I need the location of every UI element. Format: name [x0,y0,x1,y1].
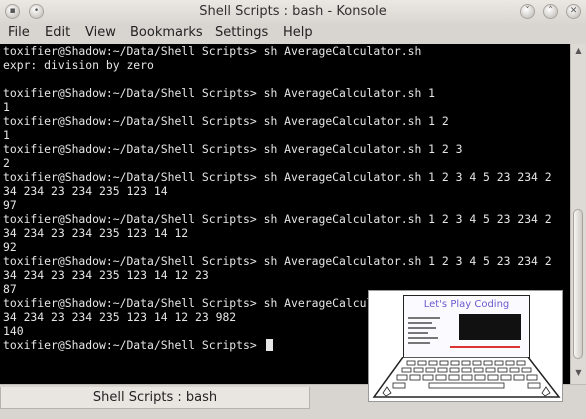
terminal-line: 34 234 23 234 235 123 14 12 23 [3,268,209,282]
chevron-down-icon: ˅ [525,6,530,16]
minimize-button[interactable]: ˅ [520,4,535,19]
code-lines-graphic [408,314,448,352]
menu-file[interactable]: File [8,25,30,40]
terminal-prompt-line[interactable]: toxifier@Shadow:~/Data/Shell Scripts> [3,338,273,352]
konsole-window: ▪ • Shell Scripts : bash - Konsole ˅ ˄ ✕… [0,0,586,419]
terminal-prompt: toxifier@Shadow:~/Data/Shell Scripts> [3,338,264,352]
laptop-keyboard-graphic [372,357,561,398]
menu-help[interactable]: Help [283,25,313,40]
laptop-screen-graphic: Let's Play Coding [403,295,530,359]
terminal-line: 1 [3,128,10,142]
terminal-line: 34 234 23 234 235 123 14 [3,184,168,198]
close-icon: ✕ [569,6,578,16]
terminal-line: 1 [3,100,10,114]
window-title: Shell Scripts : bash - Konsole [199,4,387,19]
red-underline-graphic [450,346,520,348]
scroll-up-icon[interactable]: ▲ [573,46,584,58]
maximize-button[interactable]: ˄ [543,4,558,19]
scrollbar-thumb[interactable] [573,209,583,359]
lets-play-coding-logo: Let's Play Coding [368,290,563,402]
terminal-line: 34 234 23 234 235 123 14 12 [3,226,189,240]
terminal-line: 140 [3,324,24,338]
menu-view[interactable]: View [85,25,116,40]
terminal-line: 87 [3,282,17,296]
terminal-line: toxifier@Shadow:~/Data/Shell Scripts> sh… [3,254,552,268]
terminal-line: 34 234 23 234 235 123 14 12 23 982 [3,310,237,324]
terminal-line: toxifier@Shadow:~/Data/Shell Scripts> sh… [3,170,552,184]
menu-settings[interactable]: Settings [215,25,268,40]
menu-edit[interactable]: Edit [45,25,70,40]
vertical-scrollbar[interactable]: ▲ ▼ [570,44,586,384]
mini-terminal-graphic [459,314,521,340]
scroll-down-icon[interactable]: ▼ [573,368,584,380]
terminal-line: 97 [3,198,17,212]
terminal-line: toxifier@Shadow:~/Data/Shell Scripts> sh… [3,44,422,58]
title-bar[interactable]: ▪ • Shell Scripts : bash - Konsole ˅ ˄ ✕ [0,0,586,25]
logo-title: Let's Play Coding [423,299,510,310]
chevron-up-icon: ˄ [548,6,553,16]
terminal-line: 2 [3,156,10,170]
terminal-line: 92 [3,240,17,254]
terminal-line: expr: division by zero [3,58,154,72]
terminal-line: toxifier@Shadow:~/Data/Shell Scripts> sh… [3,212,552,226]
close-button[interactable]: ✕ [566,4,581,19]
menu-bar: File Edit View Bookmarks Settings Help [0,24,586,44]
tab-shell-scripts[interactable]: Shell Scripts : bash [0,387,310,409]
menu-bookmarks[interactable]: Bookmarks [130,25,203,40]
terminal-line: toxifier@Shadow:~/Data/Shell Scripts> sh… [3,142,463,156]
terminal-line: toxifier@Shadow:~/Data/Shell Scripts> sh… [3,86,436,100]
text-cursor [265,339,273,351]
terminal-line: toxifier@Shadow:~/Data/Shell Scripts> sh… [3,114,449,128]
